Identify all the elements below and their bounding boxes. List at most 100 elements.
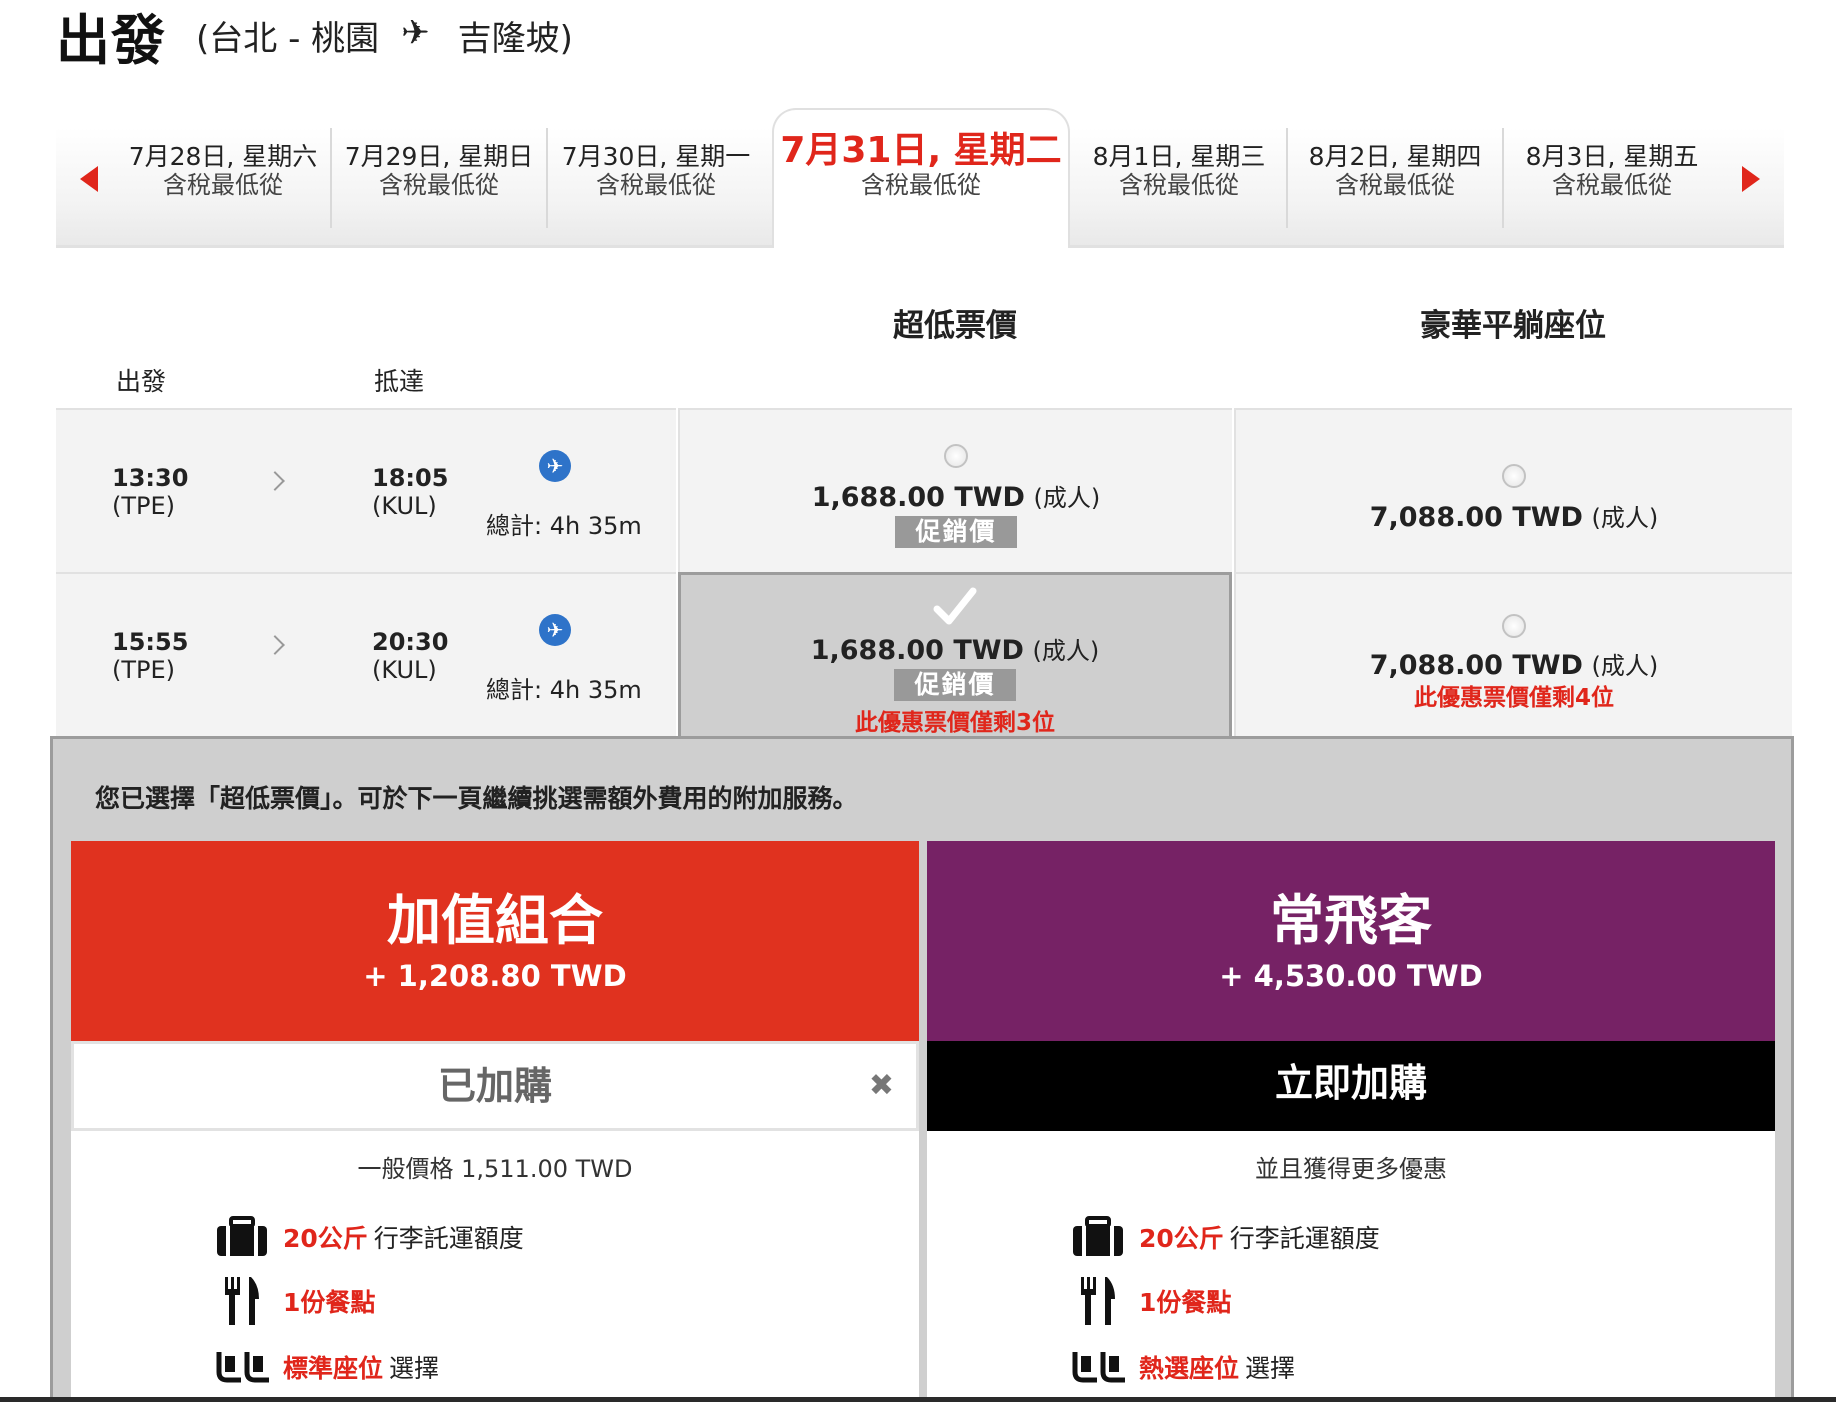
feature-meal: 1份餐點 [1071, 1277, 1237, 1325]
arrive-column-title: 抵達 [374, 367, 425, 396]
date-label: 8月3日, 星期五 [1525, 142, 1699, 171]
low-fare-cell[interactable]: 1,688.00 TWD (成人) 促銷價 [678, 408, 1232, 572]
chevron-right-icon [265, 471, 285, 491]
arrival-time: 18:05 [372, 464, 449, 492]
date-tab-0729[interactable]: 7月29日, 星期日 含稅最低從 [332, 128, 548, 228]
date-label: 7月31日, 星期二 [780, 130, 1062, 171]
price-unit: (成人) [1033, 484, 1101, 512]
buy-now-button[interactable]: 立即加購 [927, 1041, 1775, 1131]
frequent-bundle-header[interactable]: 常飛客 + 4,530.00 TWD [927, 841, 1775, 1041]
departure: 15:55 (TPE) [112, 628, 188, 684]
premium-fare-radio[interactable] [1502, 614, 1526, 638]
premium-fare-cell[interactable]: 7,088.00 TWD (成人) [1234, 408, 1792, 572]
frequent-flyer-bundle-card: 常飛客 + 4,530.00 TWD 立即加購 並且獲得更多優惠 20公斤 行李… [927, 841, 1775, 1402]
price-unit: (成人) [1591, 652, 1659, 680]
date-sub-label: 含稅最低從 [596, 171, 716, 199]
low-fare-price: 1,688.00 TWD (成人) [681, 631, 1229, 666]
luggage-icon [215, 1215, 275, 1259]
bundle-price: + 4,530.00 TWD [1219, 959, 1483, 993]
departure: 13:30 (TPE) [112, 464, 188, 520]
date-sub-label: 含稅最低從 [1335, 171, 1455, 199]
value-bundle-added-button[interactable]: 已加購 ✖ [71, 1041, 919, 1131]
seat-icon [1071, 1345, 1131, 1389]
chevron-right-icon [265, 635, 285, 655]
value-bundle-header[interactable]: 加值組合 + 1,208.80 TWD [71, 841, 919, 1041]
page-header: 出發 (台北 - 桃園 ✈ 吉隆坡) [56, 0, 573, 72]
premium-fare-radio[interactable] [1502, 464, 1526, 488]
fork-knife-icon [215, 1277, 275, 1325]
price-amount: 1,688.00 TWD [810, 635, 1024, 666]
price-unit: (成人) [1032, 637, 1100, 665]
premium-fare-cell[interactable]: 7,088.00 TWD (成人) 此優惠票價僅剩4位 [1234, 572, 1792, 736]
premium-fare-price: 7,088.00 TWD (成人) [1236, 498, 1792, 533]
fork-knife-icon [1071, 1277, 1131, 1325]
low-fare-price: 1,688.00 TWD (成人) [680, 478, 1232, 513]
seat-icon [215, 1345, 275, 1389]
date-sub-label: 含稅最低從 [379, 171, 499, 199]
date-tab-0802[interactable]: 8月2日, 星期四 含稅最低從 [1288, 128, 1504, 228]
plane-icon: ✈ [401, 13, 430, 53]
date-sub-label: 含稅最低從 [861, 171, 981, 199]
remove-icon[interactable]: ✖ [869, 1044, 894, 1128]
date-label: 7月30日, 星期一 [561, 142, 751, 171]
bundle-name: 常飛客 [1270, 889, 1432, 952]
feature-highlight: 標準座位 [283, 1354, 384, 1383]
next-dates-arrow-icon[interactable] [1742, 166, 1760, 192]
departure-time: 13:30 [112, 464, 189, 492]
low-fare-column-title: 超低票價 [893, 308, 1017, 344]
feature-highlight: 20公斤 [1139, 1224, 1224, 1253]
feature-text: 選擇 [389, 1354, 440, 1383]
bottom-edge-bar [0, 1397, 1836, 1402]
checkmark-icon [933, 587, 977, 625]
date-sub-label: 含稅最低從 [1119, 171, 1239, 199]
arrival: 20:30 (KUL) [372, 628, 448, 684]
date-selector: 7月28日, 星期六 含稅最低從 7月29日, 星期日 含稅最低從 7月30日,… [56, 108, 1784, 248]
promo-badge: 促銷價 [895, 516, 1017, 548]
seats-left-notice: 此優惠票價僅剩3位 [854, 710, 1055, 736]
luggage-icon [1071, 1215, 1131, 1259]
date-tab-0730[interactable]: 7月30日, 星期一 含稅最低從 [548, 128, 764, 228]
feature-highlight: 20公斤 [283, 1224, 368, 1253]
date-label: 7月29日, 星期日 [344, 142, 534, 171]
bundle-price: + 1,208.80 TWD [363, 959, 627, 993]
date-tab-0803[interactable]: 8月3日, 星期五 含稅最低從 [1504, 128, 1720, 228]
flight-row-1: 13:30 (TPE) 18:05 (KUL) ✈ 總計: 4h 35m 1,6… [56, 408, 1792, 572]
date-tab-0728[interactable]: 7月28日, 星期六 含稅最低從 [116, 128, 332, 228]
date-sub-label: 含稅最低從 [1552, 171, 1672, 199]
added-label: 已加購 [437, 1064, 552, 1108]
value-bundle-card: 加值組合 + 1,208.80 TWD 已加購 ✖ 一般價格 1,511.00 … [71, 841, 919, 1402]
price-unit: (成人) [1591, 504, 1659, 532]
flight-details-plane-icon[interactable]: ✈ [539, 614, 571, 646]
feature-highlight: 1份餐點 [1139, 1288, 1232, 1317]
date-sub-label: 含稅最低從 [163, 171, 283, 199]
departure-time: 15:55 [112, 628, 189, 656]
low-fare-radio[interactable] [944, 444, 968, 468]
date-tab-0801[interactable]: 8月1日, 星期三 含稅最低從 [1072, 128, 1288, 228]
flight-info: 13:30 (TPE) 18:05 (KUL) ✈ 總計: 4h 35m [56, 408, 676, 572]
route-label: (台北 - 桃園 ✈ 吉隆坡) [196, 11, 573, 60]
date-tab-0731-selected[interactable]: 7月31日, 星期二 含稅最低從 [772, 108, 1070, 248]
low-fare-cell-selected[interactable]: 1,688.00 TWD (成人) 促銷價 此優惠票價僅剩3位 [678, 572, 1232, 736]
feature-seat: 標準座位 選擇 [215, 1345, 439, 1389]
arrival: 18:05 (KUL) [372, 464, 448, 520]
flight-details-plane-icon[interactable]: ✈ [539, 450, 571, 482]
feature-meal: 1份餐點 [215, 1277, 381, 1325]
frequent-bundle-details: 並且獲得更多優惠 20公斤 行李託運額度 1份餐點 熱選座位 選擇 [927, 1131, 1775, 1402]
feature-seat: 熱選座位 選擇 [1071, 1345, 1295, 1389]
arrival-time: 20:30 [372, 628, 449, 656]
feature-text: 選擇 [1245, 1354, 1296, 1383]
page-title: 出發 [56, 8, 166, 72]
feature-highlight: 熱選座位 [1139, 1354, 1240, 1383]
feature-baggage: 20公斤 行李託運額度 [215, 1215, 524, 1259]
destination-label: 吉隆坡) [457, 18, 573, 59]
premium-column-title: 豪華平躺座位 [1420, 308, 1606, 344]
prev-dates-arrow-icon[interactable] [80, 166, 98, 192]
origin-label: (台北 - 桃園 [196, 18, 380, 59]
departure-code: (TPE) [112, 492, 176, 520]
feature-baggage: 20公斤 行李託運額度 [1071, 1215, 1380, 1259]
feature-text: 行李託運額度 [373, 1224, 524, 1253]
date-label: 8月1日, 星期三 [1092, 142, 1266, 171]
feature-text: 行李託運額度 [1229, 1224, 1380, 1253]
price-amount: 7,088.00 TWD [1369, 650, 1583, 681]
arrival-code: (KUL) [372, 656, 437, 684]
